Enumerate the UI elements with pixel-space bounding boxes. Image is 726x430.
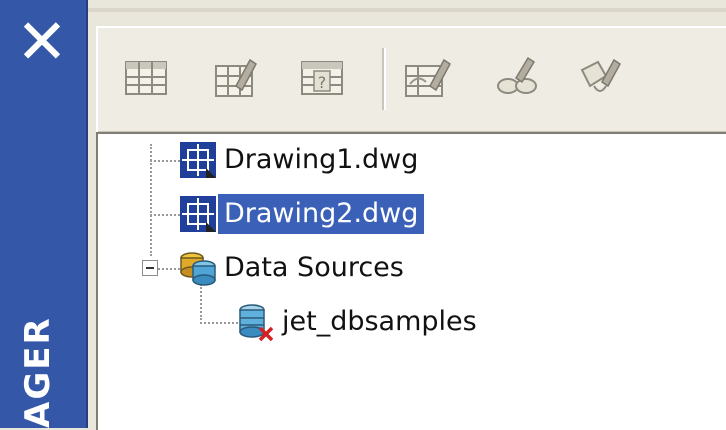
tree-connector bbox=[150, 214, 180, 216]
toolbar: ? bbox=[96, 26, 726, 132]
edit-table-icon[interactable] bbox=[210, 52, 262, 104]
tree-item-drawing2[interactable]: Drawing2.dwg bbox=[178, 194, 425, 234]
tree-item-label: Drawing1.dwg bbox=[224, 144, 419, 175]
tree-item-label: jet_dbsamples bbox=[282, 306, 477, 337]
collapse-toggle-icon[interactable] bbox=[142, 260, 158, 276]
drawing-icon bbox=[180, 196, 216, 232]
database-disconnected-icon bbox=[239, 304, 274, 342]
toolbar-separator bbox=[382, 48, 384, 110]
tree-item-label: Drawing2.dwg bbox=[218, 194, 425, 234]
tree-item-label: Data Sources bbox=[224, 252, 404, 283]
palette-title-bar: ✕ AGER bbox=[0, 0, 88, 428]
close-icon[interactable]: ✕ bbox=[14, 11, 70, 73]
drawing-icon bbox=[180, 142, 216, 178]
tree-connector bbox=[200, 284, 202, 320]
tree-connector bbox=[150, 160, 180, 162]
svg-text:?: ? bbox=[318, 73, 327, 92]
label-template-icon[interactable] bbox=[574, 52, 626, 104]
data-sources-icon bbox=[180, 252, 216, 286]
query-icon[interactable]: ? bbox=[296, 52, 348, 104]
tree-item-jet-dbsamples[interactable]: jet_dbsamples bbox=[236, 302, 483, 342]
link-template-icon[interactable] bbox=[402, 52, 454, 104]
tree-connector bbox=[158, 268, 180, 270]
tree-view[interactable]: Drawing1.dwg Drawing2.dwg Data Sources j… bbox=[96, 132, 726, 430]
panel-edge bbox=[88, 8, 726, 12]
palette-title: AGER bbox=[18, 316, 58, 428]
link-objects-icon[interactable] bbox=[492, 52, 544, 104]
tree-item-drawing1[interactable]: Drawing1.dwg bbox=[178, 140, 424, 180]
tree-item-data-sources[interactable]: Data Sources bbox=[178, 248, 410, 288]
table-icon[interactable] bbox=[120, 52, 172, 104]
dbconnect-manager-panel: ? Drawing1.dwg Drawing2.dwg Data Sources… bbox=[88, 0, 726, 430]
tree-connector bbox=[200, 322, 238, 324]
